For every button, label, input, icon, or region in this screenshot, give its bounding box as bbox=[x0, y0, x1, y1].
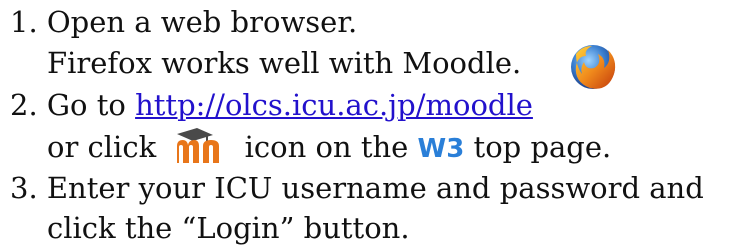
step-1-line-2: Firefox works well with Moodle. bbox=[47, 43, 521, 84]
step-2-line-2: or click icon on the W3 top page. bbox=[47, 127, 611, 168]
step-1-text: Open a web browser. bbox=[46, 5, 358, 39]
w3-label: W3 bbox=[417, 134, 465, 164]
step-3-text: Enter your ICU username and password and bbox=[46, 171, 704, 205]
firefox-logo-icon bbox=[571, 45, 616, 89]
step-2-or-click: or click bbox=[47, 130, 157, 164]
step-3-line-1: 3. Enter your ICU username and password … bbox=[10, 168, 704, 209]
step-2-text: Go to bbox=[46, 88, 136, 122]
step-1-number: 1. bbox=[10, 5, 38, 39]
step-3-note: click the “Login” button. bbox=[47, 211, 410, 245]
step-3-number: 3. bbox=[10, 171, 38, 205]
step-2-line-1: 2. Go to http://olcs.icu.ac.jp/moodle bbox=[10, 85, 533, 126]
step-2-icon-on-the: icon on the bbox=[244, 130, 409, 164]
step-3-line-2: click the “Login” button. bbox=[47, 208, 410, 249]
moodle-logo-icon bbox=[177, 128, 220, 163]
moodle-url-link[interactable]: http://olcs.icu.ac.jp/moodle bbox=[135, 88, 533, 122]
step-1-line-1: 1. Open a web browser. bbox=[10, 2, 357, 43]
step-1-note: Firefox works well with Moodle. bbox=[47, 46, 522, 80]
step-2-top-page: top page. bbox=[473, 130, 612, 164]
step-2-number: 2. bbox=[10, 88, 38, 122]
